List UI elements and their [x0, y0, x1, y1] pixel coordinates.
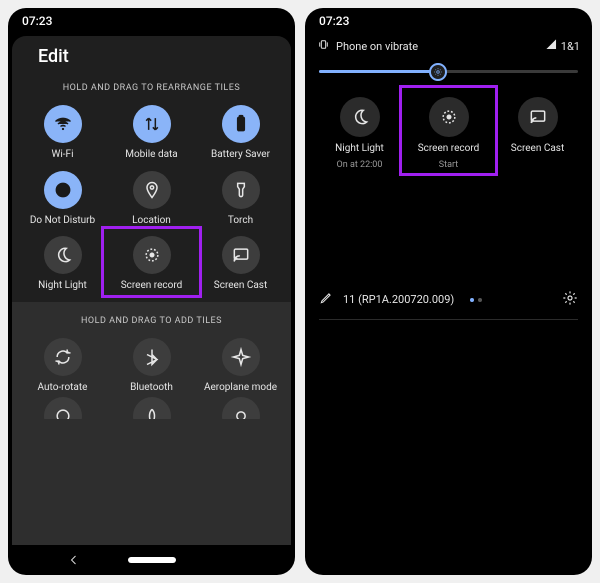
build-text: 11 (RP1A.200720.009): [343, 293, 454, 306]
nav-back-icon[interactable]: [68, 551, 80, 570]
signal-icon: [546, 39, 557, 53]
tile-partial-2[interactable]: [107, 397, 196, 419]
build-row: 11 (RP1A.200720.009): [305, 290, 592, 309]
edit-header: Edit: [12, 36, 291, 73]
tile-label: Bluetooth: [130, 382, 173, 394]
cast-icon: [518, 97, 558, 137]
moon-icon: [44, 236, 82, 274]
qs-label: Night Light: [335, 143, 384, 154]
status-time: 07:23: [22, 14, 52, 28]
page-dot: [470, 298, 474, 302]
generic-icon: [44, 397, 82, 419]
record-icon: [429, 97, 469, 137]
tile-label: Screen Cast: [214, 280, 267, 292]
tile-mobile-data[interactable]: Mobile data: [107, 105, 196, 161]
add-tiles-grid: Auto-rotate Bluetooth Aeroplane mode: [12, 338, 291, 398]
tile-wifi[interactable]: Wi-Fi: [18, 105, 107, 161]
edit-title: Edit: [38, 46, 279, 67]
qs-tile-screen-record[interactable]: Screen record Start: [404, 97, 493, 170]
tile-label: Screen record: [121, 280, 183, 292]
battery-icon: [222, 105, 260, 143]
tile-label: Torch: [228, 215, 253, 227]
location-icon: [133, 171, 171, 209]
tile-dnd[interactable]: Do Not Disturb: [18, 171, 107, 227]
generic-icon: [133, 397, 171, 419]
nav-home-pill[interactable]: [128, 557, 176, 563]
tile-label: Battery Saver: [211, 149, 270, 161]
tile-label: Night Light: [38, 280, 87, 292]
page-indicator: [470, 298, 482, 302]
tile-partial-3[interactable]: [196, 397, 285, 419]
status-bar: 07:23: [305, 8, 592, 32]
tile-partial-1[interactable]: [18, 397, 107, 419]
tile-label: Aeroplane mode: [204, 382, 277, 394]
dnd-icon: [44, 171, 82, 209]
qs-tile-screen-cast[interactable]: Screen Cast: [493, 97, 582, 170]
record-icon: [133, 236, 171, 274]
nav-bar: [8, 545, 295, 575]
hint-add: HOLD AND DRAG TO ADD TILES: [12, 306, 291, 338]
tile-label: Auto-rotate: [38, 382, 88, 394]
status-time: 07:23: [319, 14, 349, 28]
qs-label: Screen Cast: [511, 143, 564, 154]
tile-screen-cast[interactable]: Screen Cast: [196, 236, 285, 292]
add-tiles-section: HOLD AND DRAG TO ADD TILES Auto-rotate B…: [12, 302, 291, 546]
tile-label: Do Not Disturb: [30, 215, 95, 227]
qs-label: Screen record: [418, 143, 480, 154]
qs-status-row: Phone on vibrate 1&1: [305, 38, 592, 54]
carrier-label: 1&1: [561, 40, 580, 53]
airplane-icon: [222, 338, 260, 376]
vibrate-text: Phone on vibrate: [336, 40, 418, 53]
torch-icon: [222, 171, 260, 209]
page-dot: [478, 298, 482, 302]
quick-settings-edit-panel: Edit HOLD AND DRAG TO REARRANGE TILES Wi…: [12, 36, 291, 545]
tile-torch[interactable]: Torch: [196, 171, 285, 227]
wifi-icon: [44, 105, 82, 143]
hint-rearrange: HOLD AND DRAG TO REARRANGE TILES: [12, 73, 291, 105]
qs-tiles: Night Light On at 22:00 Screen record St…: [305, 73, 592, 180]
edit-icon[interactable]: [319, 291, 333, 308]
tile-night-light[interactable]: Night Light: [18, 236, 107, 292]
brightness-slider[interactable]: [319, 70, 578, 73]
add-tiles-partial-row: [12, 397, 291, 419]
tile-screen-record[interactable]: Screen record: [107, 236, 196, 292]
moon-icon: [340, 97, 380, 137]
phone-right: 07:23 Phone on vibrate 1&1 Night Light: [305, 8, 592, 575]
settings-gear-icon[interactable]: [562, 290, 578, 309]
qs-sub: On at 22:00: [337, 160, 383, 170]
tile-battery-saver[interactable]: Battery Saver: [196, 105, 285, 161]
tile-auto-rotate[interactable]: Auto-rotate: [18, 338, 107, 394]
tile-airplane-mode[interactable]: Aeroplane mode: [196, 338, 285, 394]
cast-icon: [222, 236, 260, 274]
tiles-grid: Wi-Fi Mobile data Battery Saver: [12, 105, 291, 302]
phone-left: 07:23 Edit HOLD AND DRAG TO REARRANGE TI…: [8, 8, 295, 575]
qs-tile-night-light[interactable]: Night Light On at 22:00: [315, 97, 404, 170]
divider: [319, 319, 578, 320]
vibrate-icon: [317, 38, 330, 54]
brightness-fill: [319, 70, 438, 73]
swap-icon: [133, 105, 171, 143]
generic-icon: [222, 397, 260, 419]
rotate-icon: [44, 338, 82, 376]
tile-label: Location: [132, 215, 171, 227]
tile-label: Mobile data: [125, 149, 178, 161]
bluetooth-icon: [133, 338, 171, 376]
brightness-thumb[interactable]: [429, 63, 447, 81]
qs-sub: Start: [439, 160, 458, 170]
tile-bluetooth[interactable]: Bluetooth: [107, 338, 196, 394]
tile-location[interactable]: Location: [107, 171, 196, 227]
status-bar: 07:23: [8, 8, 295, 32]
tile-label: Wi-Fi: [51, 149, 73, 161]
